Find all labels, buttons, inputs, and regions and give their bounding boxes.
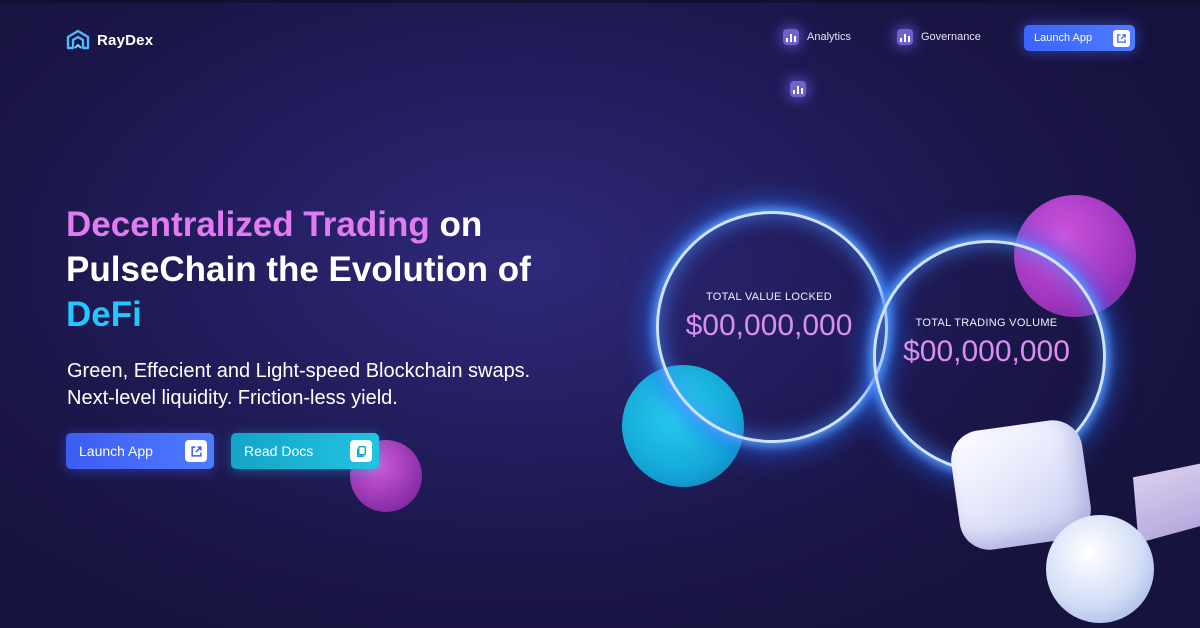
header-launch-app-label: Launch App xyxy=(1034,32,1093,44)
hero-title: Decentralized Trading on PulseChain the … xyxy=(66,202,566,337)
read-docs-button[interactable]: Read Docs xyxy=(231,433,379,469)
external-link-icon xyxy=(185,440,207,462)
brand-name: RayDex xyxy=(97,31,154,49)
logo[interactable]: RayDex xyxy=(66,29,153,51)
raydex-logo-icon xyxy=(66,29,90,50)
decor-shard xyxy=(1133,463,1200,543)
nav-analytics[interactable]: Analytics xyxy=(783,29,851,45)
tvl-value: $00,000,000 xyxy=(685,309,853,342)
hero-subtitle-line1: Green, Effecient and Light-speed Blockch… xyxy=(67,360,531,382)
hero-subtitle: Green, Effecient and Light-speed Blockch… xyxy=(67,358,627,412)
nav-governance-label: Governance xyxy=(921,31,981,43)
volume-label: TOTAL TRADING VOLUME xyxy=(915,317,1058,329)
launch-app-button[interactable]: Launch App xyxy=(66,433,214,469)
hero-title-highlight: Decentralized Trading xyxy=(66,205,430,244)
external-link-icon xyxy=(1113,29,1130,47)
bar-chart-icon xyxy=(897,29,913,45)
nav-extra-item[interactable] xyxy=(790,81,806,97)
header-launch-app-button[interactable]: Launch App xyxy=(1024,25,1135,51)
launch-app-label: Launch App xyxy=(79,443,153,459)
read-docs-label: Read Docs xyxy=(244,443,314,459)
nav-governance[interactable]: Governance xyxy=(897,29,981,45)
top-border xyxy=(0,0,1200,3)
bar-chart-icon xyxy=(783,29,799,45)
tvl-label: TOTAL VALUE LOCKED xyxy=(705,291,833,303)
nav-analytics-label: Analytics xyxy=(807,31,852,43)
volume-value: $00,000,000 xyxy=(903,335,1070,368)
hero-subtitle-line2: Next-level liquidity. Friction-less yiel… xyxy=(67,387,398,409)
decor-white-sphere xyxy=(1046,515,1154,623)
hero-title-defi: DeFi xyxy=(66,295,142,334)
bar-chart-icon xyxy=(790,81,806,97)
document-icon xyxy=(350,440,372,462)
